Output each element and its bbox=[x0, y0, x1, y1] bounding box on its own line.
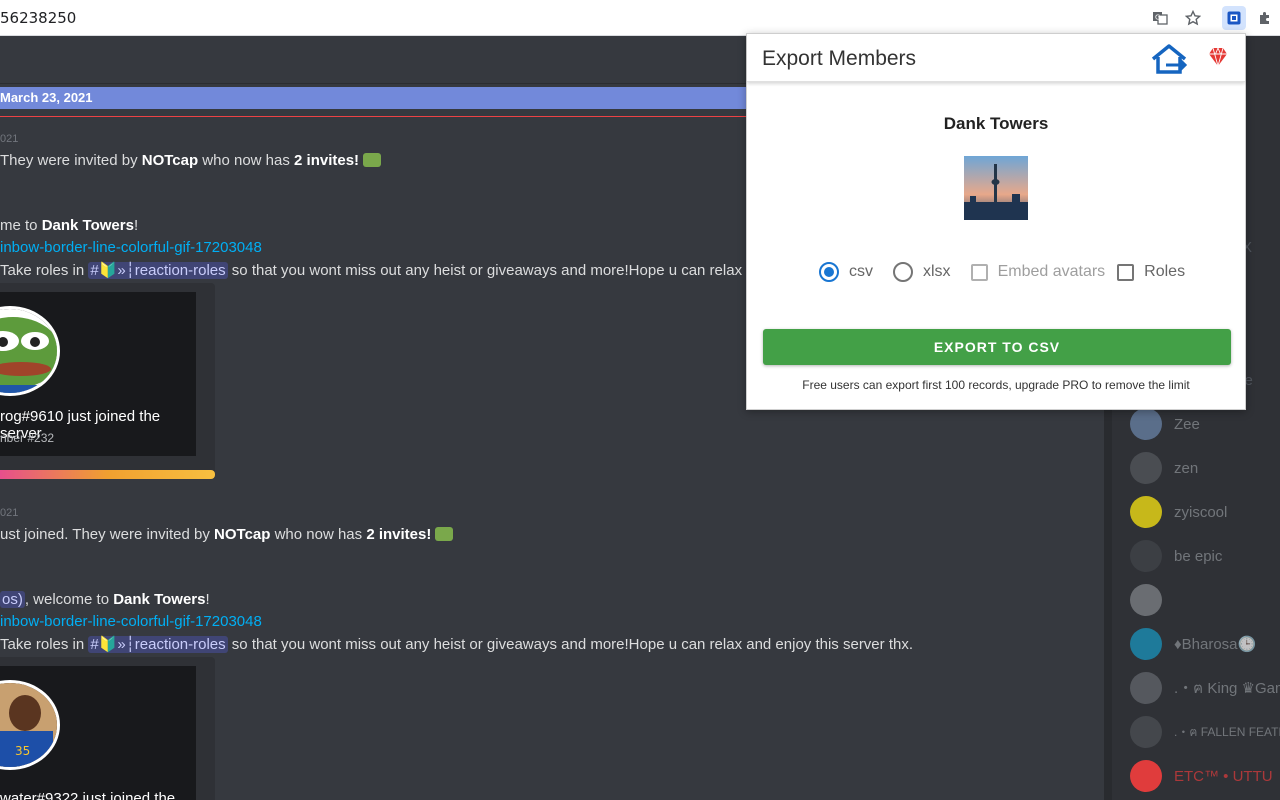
extension-active-icon[interactable] bbox=[1222, 6, 1246, 30]
csv-label: csv bbox=[849, 263, 873, 280]
server-name: Dank Towers bbox=[943, 114, 1049, 133]
member-name: .・ฅ FALLEN FEATH bbox=[1174, 724, 1280, 739]
card-body: 35 water#9322 just joined the serve bbox=[0, 666, 196, 800]
member-avatar bbox=[1130, 452, 1162, 484]
export-to-csv-button[interactable]: EXPORT TO CSV bbox=[763, 329, 1231, 365]
card-join-text: water#9322 just joined the serve bbox=[0, 790, 176, 800]
thumbs-up-icon bbox=[435, 527, 454, 541]
chat-message: They were invited by NOTcap who now has … bbox=[0, 152, 382, 169]
member-avatar bbox=[1130, 760, 1162, 792]
card-body: rog#9610 just joined the server nber #23… bbox=[0, 292, 196, 456]
svg-text:G: G bbox=[1155, 14, 1160, 22]
xlsx-radio[interactable] bbox=[893, 262, 913, 282]
member-name: .・ฅ King ♛Gam bbox=[1174, 680, 1280, 697]
embed-avatars-checkbox[interactable] bbox=[970, 263, 988, 281]
member-avatar bbox=[1130, 408, 1162, 440]
channel-mention[interactable]: #🔰»┆reaction-roles bbox=[88, 636, 228, 653]
member-name: ♦Bharosa🕒 bbox=[1174, 636, 1257, 653]
thumbs-up-icon bbox=[363, 153, 382, 167]
browser-toolbar: 56238250 G bbox=[0, 0, 1280, 36]
member-item[interactable]: zen bbox=[1130, 452, 1198, 484]
member-avatar bbox=[1130, 584, 1162, 616]
member-item[interactable] bbox=[1130, 584, 1174, 616]
home-export-icon[interactable] bbox=[1149, 43, 1189, 75]
svg-text:35: 35 bbox=[15, 744, 30, 758]
timestamp: 021 bbox=[0, 507, 19, 519]
card-member-number: nber #232 bbox=[0, 431, 55, 445]
gem-pro-icon[interactable] bbox=[1207, 46, 1229, 68]
welcome-card: 35 water#9322 just joined the serve bbox=[0, 657, 215, 800]
server-icon bbox=[964, 156, 1028, 220]
roles-label: Roles bbox=[1144, 263, 1186, 280]
member-name: Zee bbox=[1174, 415, 1200, 433]
member-name: zen bbox=[1174, 459, 1199, 477]
member-item[interactable]: .・ฅ King ♛Gam bbox=[1130, 672, 1280, 704]
player-avatar: 35 bbox=[0, 680, 60, 770]
user-mention[interactable]: os) bbox=[0, 591, 25, 608]
member-item[interactable]: ETC™ • UTTU bbox=[1130, 760, 1273, 792]
channel-mention[interactable]: #🔰»┆reaction-roles bbox=[88, 262, 228, 279]
chat-message: Take roles in #🔰»┆reaction-roles so that… bbox=[0, 262, 743, 279]
bookmark-star-icon[interactable] bbox=[1183, 8, 1203, 28]
gif-link[interactable]: inbow-border-line-colorful-gif-17203048 bbox=[0, 613, 262, 630]
csv-radio[interactable] bbox=[819, 262, 839, 282]
puzzle-icon[interactable] bbox=[1255, 8, 1275, 28]
member-name: be epic bbox=[1174, 547, 1223, 565]
member-name: zyiscool bbox=[1174, 503, 1228, 521]
export-options: csv xlsx Embed avatars Roles bbox=[819, 262, 1205, 282]
member-item[interactable]: be epic bbox=[1130, 540, 1222, 572]
popup-header: Export Members bbox=[747, 34, 1245, 82]
date-label: March 23, 2021 bbox=[0, 90, 93, 105]
free-limit-note: Free users can export first 100 records,… bbox=[802, 378, 1190, 392]
roles-checkbox[interactable] bbox=[1117, 263, 1135, 281]
chat-message: me to Dank Towers! bbox=[0, 217, 139, 234]
embed-avatars-label: Embed avatars bbox=[997, 263, 1106, 280]
member-avatar bbox=[1130, 716, 1162, 748]
export-members-popup: Export Members Dank Towers csv xlsx Embe… bbox=[746, 33, 1246, 410]
xlsx-label: xlsx bbox=[923, 263, 951, 280]
member-avatar bbox=[1130, 672, 1162, 704]
member-avatar bbox=[1130, 628, 1162, 660]
member-item[interactable]: .・ฅ FALLEN FEATH bbox=[1130, 716, 1280, 748]
member-item[interactable]: zyiscool bbox=[1130, 496, 1227, 528]
member-avatar bbox=[1130, 496, 1162, 528]
gif-link[interactable]: inbow-border-line-colorful-gif-17203048 bbox=[0, 239, 262, 256]
chat-message: ust joined. They were invited by NOTcap … bbox=[0, 526, 454, 543]
chat-message: Take roles in #🔰»┆reaction-roles so that… bbox=[0, 636, 913, 653]
member-avatar bbox=[1130, 540, 1162, 572]
rainbow-border bbox=[0, 470, 215, 479]
chat-message: os), welcome to Dank Towers! bbox=[0, 591, 210, 608]
new-messages-line bbox=[0, 116, 760, 117]
popup-title: Export Members bbox=[762, 47, 917, 70]
address-bar-url[interactable]: 56238250 bbox=[0, 9, 76, 27]
timestamp: 021 bbox=[0, 133, 19, 145]
member-name: ETC™ • UTTU bbox=[1174, 767, 1273, 785]
member-item[interactable]: ♦Bharosa🕒 bbox=[1130, 628, 1256, 660]
member-item[interactable]: Zee bbox=[1130, 408, 1200, 440]
pepe-avatar bbox=[0, 306, 60, 396]
translate-icon[interactable]: G bbox=[1150, 8, 1170, 28]
date-divider: March 23, 2021 bbox=[0, 87, 760, 109]
welcome-card: rog#9610 just joined the server nber #23… bbox=[0, 283, 215, 478]
